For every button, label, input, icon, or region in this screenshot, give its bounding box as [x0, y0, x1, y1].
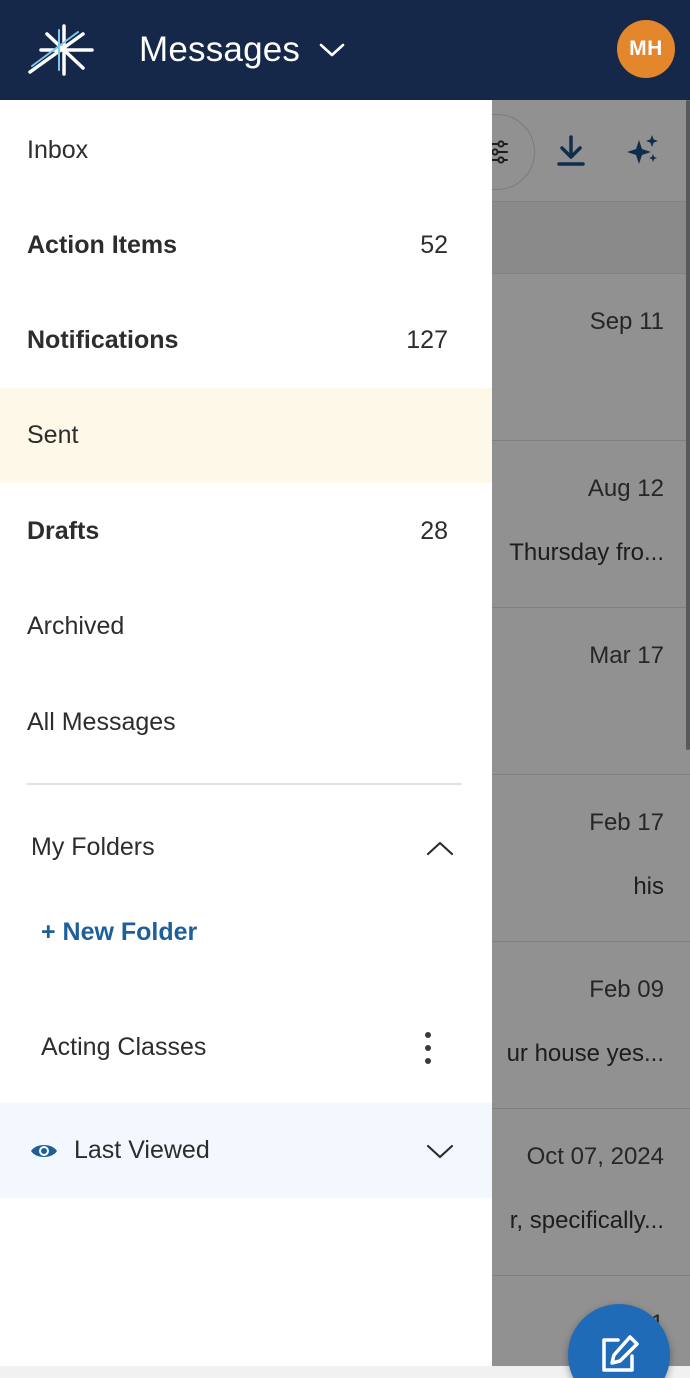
folder-label[interactable]: Acting Classes	[41, 1033, 416, 1062]
messages-dropdown[interactable]: Messages	[139, 26, 346, 74]
nav-item-notifications[interactable]: Notifications 127	[0, 293, 492, 388]
kebab-icon[interactable]	[416, 1031, 440, 1064]
asterisk-logo-icon[interactable]	[26, 22, 96, 78]
nav-item-label: Archived	[27, 612, 125, 640]
nav-item-sent[interactable]: Sent	[0, 388, 492, 483]
nav-item-label: Notifications	[27, 326, 179, 354]
nav-item-label: Action Items	[27, 231, 178, 259]
section-title: My Folders	[31, 833, 155, 861]
nav-item-drafts[interactable]: Drafts 28	[0, 484, 492, 579]
divider	[27, 783, 462, 785]
my-folders-toggle[interactable]: My Folders	[0, 800, 492, 895]
navigation-drawer: Inbox Action Items 52 Notifications 127 …	[0, 100, 492, 1366]
new-folder-link[interactable]: + New Folder	[41, 918, 197, 947]
nav-item-label: Drafts	[27, 517, 100, 545]
chevron-down-icon	[319, 43, 345, 57]
section-title: Last Viewed	[74, 1136, 210, 1164]
nav-item-inbox[interactable]: Inbox	[0, 103, 492, 198]
eye-icon	[31, 1144, 57, 1157]
nav-item-archived[interactable]: Archived	[0, 579, 492, 674]
nav-item-label: Sent	[27, 421, 79, 449]
page-title: Messages	[139, 30, 301, 69]
nav-item-count: 127	[406, 326, 448, 354]
app-header: Messages MH	[0, 0, 690, 100]
chevron-down-icon	[426, 1144, 454, 1158]
compose-icon	[602, 1335, 639, 1372]
nav-item-label: All Messages	[27, 708, 176, 736]
last-viewed-toggle[interactable]: Last Viewed	[0, 1103, 492, 1198]
nav-item-label: Inbox	[27, 136, 89, 164]
folder-item: Acting Classes	[0, 1000, 492, 1095]
nav-item-count: 28	[420, 517, 448, 545]
avatar[interactable]: MH	[617, 20, 675, 78]
chevron-up-icon	[426, 841, 454, 855]
nav-item-all-messages[interactable]: All Messages	[0, 675, 492, 770]
nav-item-count: 52	[420, 231, 448, 259]
nav-item-action-items[interactable]: Action Items 52	[0, 198, 492, 293]
